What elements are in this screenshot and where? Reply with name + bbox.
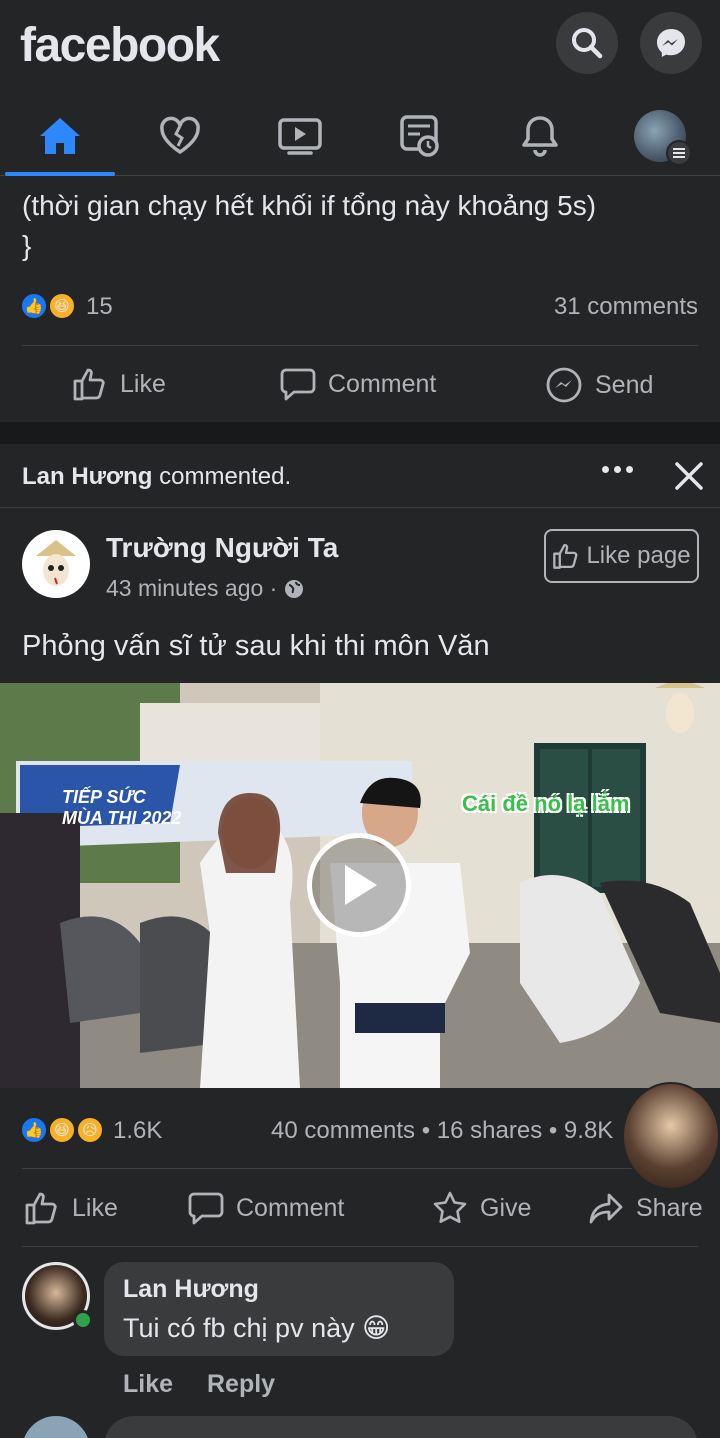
post2-comment-button[interactable]: Comment [188,1190,344,1226]
messenger-icon [546,367,582,403]
divider [22,345,698,346]
post-caption: Phỏng vấn sĩ tử sau khi thi môn Văn [22,630,490,662]
home-icon [40,118,80,154]
sad-reaction-icon: 😥 [76,1116,104,1144]
profile-avatar [634,110,692,166]
post1-send-button[interactable]: Send [545,366,653,404]
tab-bar [0,98,720,176]
comment-label: Comment [328,369,437,398]
activity-name[interactable]: Lan Hương [22,463,152,490]
like-page-button[interactable]: Like page [544,529,699,583]
video-banner-text: TIẾP SỨC MÙA THI 2022 [62,787,182,828]
like-reaction-icon: 👍 [20,292,48,320]
video-icon [278,118,322,155]
online-indicator [73,1310,93,1330]
like-page-label: Like page [586,542,691,569]
bell-icon [522,116,558,157]
globe-icon [285,579,304,598]
divider [22,1246,698,1247]
like-label: Like [120,369,166,398]
comment-icon [188,1192,224,1225]
thumbs-up-icon [553,543,578,569]
play-button[interactable] [307,833,411,937]
page-name[interactable]: Trường Người Ta [106,532,338,564]
floating-chat-head[interactable] [622,1082,720,1190]
haha-reaction-icon: 😆 [48,1116,76,1144]
page-avatar[interactable] [22,530,90,598]
post2-like-button[interactable]: Like [24,1190,118,1226]
news-icon [400,115,439,157]
more-options-button[interactable] [602,466,633,473]
menu-icon [666,140,692,166]
search-icon [572,28,603,59]
post2-reaction-count[interactable]: 1.6K [113,1117,162,1145]
haha-reaction-icon: 😆 [48,292,76,320]
post-meta: 43 minutes ago · [106,575,305,602]
post1-text-line1: (thời gian chạy hết khối if tổng này kho… [22,190,597,221]
write-comment-input[interactable] [104,1416,698,1438]
like-label: Like [72,1193,118,1222]
tab-dating[interactable] [125,98,235,174]
send-label: Send [595,370,654,399]
star-icon [433,1191,467,1223]
divider [22,1168,698,1169]
search-button[interactable] [556,12,618,74]
more-icon [602,466,633,473]
messenger-button[interactable] [640,12,702,74]
tab-notifications[interactable] [485,98,595,174]
tab-menu[interactable] [605,98,715,174]
thumbs-up-icon [25,1192,57,1225]
video-overlay-text: Cái đề nó lạ lắm [462,791,630,816]
comment-like-button[interactable]: Like [123,1370,173,1399]
post2-give-button[interactable]: Give [432,1190,531,1226]
give-label: Give [480,1193,532,1222]
tab-home[interactable] [5,98,115,174]
post1-text-line2: } [22,230,32,261]
activity-text: commented. [152,463,292,490]
divider [0,507,720,508]
current-user-avatar [22,1416,90,1438]
comment-label: Comment [236,1193,345,1222]
comment-author[interactable]: Lan Hương [123,1275,259,1304]
comment-reply-button[interactable]: Reply [207,1370,275,1399]
share-label: Share [636,1193,703,1222]
top-bar: facebook [0,0,720,98]
active-tab-indicator [5,172,115,176]
post1-like-button[interactable]: Like [72,366,166,402]
tab-news[interactable] [365,98,475,174]
heart-icon [160,116,200,155]
share-icon [589,1193,623,1224]
comment-text: Tui có fb chị pv này 😁 [123,1313,391,1343]
messenger-icon [657,29,685,57]
hide-post-button[interactable] [673,460,705,497]
post-time[interactable]: 43 minutes ago · [106,575,277,602]
post-separator [0,422,720,444]
tab-watch[interactable] [245,98,355,174]
post1-comment-button[interactable]: Comment [280,366,436,402]
play-icon [345,865,377,905]
activity-header: Lan Hương commented. [22,463,291,491]
like-reaction-icon: 👍 [20,1116,48,1144]
thumbs-up-icon [73,368,105,401]
post2-share-button[interactable]: Share [588,1190,703,1226]
post1-reaction-count[interactable]: 15 [86,293,113,321]
post1-comments-count[interactable]: 31 comments [554,293,698,321]
close-icon [675,462,703,490]
facebook-logo[interactable]: facebook [20,18,220,73]
post2-stats[interactable]: 40 comments • 16 shares • 9.8K [271,1117,613,1145]
comment-icon [280,368,316,401]
